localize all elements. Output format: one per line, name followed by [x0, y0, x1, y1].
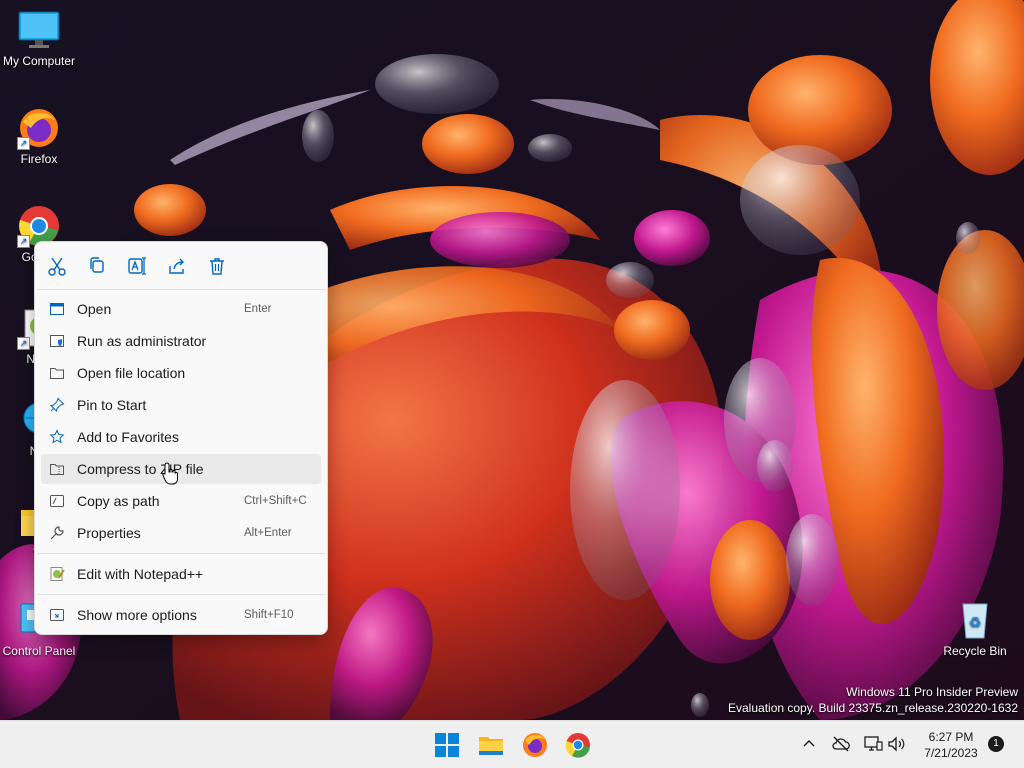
desktop-icon-recycle-bin[interactable]: ♻ Recycle Bin [936, 598, 1014, 658]
firefox-icon [523, 733, 547, 757]
shield-icon [49, 333, 65, 349]
copy-icon [90, 257, 104, 273]
menu-item-open-file-location[interactable]: Open file location [41, 358, 321, 388]
taskbar-firefox[interactable] [519, 729, 551, 761]
menu-item-edit-with-notepadpp[interactable]: Edit with Notepad++ [41, 559, 321, 589]
taskbar: 6:27 PM 7/21/2023 1 [0, 720, 1024, 768]
menu-item-copy-as-path[interactable]: Copy as path Ctrl+Shift+C [41, 486, 321, 516]
menu-item-label: Copy as path [77, 493, 160, 509]
share-icon [169, 258, 184, 274]
tray-overflow-button[interactable] [798, 733, 820, 755]
firefox-icon: ↗ [17, 106, 61, 150]
menu-item-properties[interactable]: Properties Alt+Enter [41, 518, 321, 548]
delete-icon [210, 258, 224, 275]
menu-item-show-more-options[interactable]: Show more options Shift+F10 [41, 600, 321, 630]
watermark-line-2: Evaluation copy. Build 23375.zn_release.… [728, 701, 1018, 715]
taskbar-file-explorer[interactable] [475, 729, 507, 761]
menu-item-run-as-administrator[interactable]: Run as administrator [41, 326, 321, 356]
tray-volume[interactable] [886, 733, 908, 755]
menu-item-label: Pin to Start [77, 397, 147, 413]
volume-icon [888, 736, 905, 752]
notification-badge[interactable]: 1 [988, 736, 1004, 752]
context-menu: Open Enter Run as administrator Open fil… [34, 241, 328, 635]
shortcut-arrow-icon: ↗ [17, 235, 30, 248]
start-button[interactable] [431, 729, 463, 761]
share-button[interactable] [165, 254, 189, 278]
context-menu-toolbar [35, 242, 327, 288]
cut-button[interactable] [45, 254, 69, 278]
mouse-cursor-hand-icon [162, 462, 178, 485]
desktop-icon-label: Recycle Bin [943, 644, 1007, 658]
menu-separator [37, 289, 325, 290]
folder-icon [49, 365, 65, 381]
menu-item-shortcut: Alt+Enter [244, 527, 292, 539]
rename-button[interactable] [125, 254, 149, 278]
menu-item-label: Compress to ZIP file [77, 461, 204, 477]
monitor-icon [17, 8, 61, 52]
menu-item-label: Properties [77, 525, 141, 541]
copy-button[interactable] [85, 254, 109, 278]
tray-clock[interactable]: 6:27 PM 7/21/2023 [914, 729, 988, 761]
clock-date: 7/21/2023 [924, 746, 978, 760]
star-icon [49, 429, 65, 445]
desktop-icon-label: My Computer [2, 54, 76, 68]
watermark-line-1: Windows 11 Pro Insider Preview [846, 685, 1018, 699]
cut-icon [48, 257, 66, 276]
shortcut-arrow-icon: ↗ [17, 137, 30, 150]
rename-icon [128, 257, 146, 275]
menu-item-label: Open file location [77, 365, 186, 381]
svg-text:♻: ♻ [969, 615, 982, 631]
tray-network[interactable] [862, 733, 884, 755]
desktop-icon-label: Firefox [20, 152, 58, 166]
menu-separator [37, 553, 325, 554]
network-icon [864, 736, 883, 751]
menu-item-label: Run as administrator [77, 333, 207, 349]
cloud-offline-icon [832, 736, 850, 752]
shortcut-arrow-icon: ↗ [17, 337, 30, 350]
menu-item-label: Edit with Notepad++ [77, 566, 204, 582]
menu-separator [37, 594, 325, 595]
chrome-icon [565, 733, 590, 758]
more-options-icon [49, 607, 65, 623]
menu-item-label: Open [77, 301, 112, 317]
menu-item-label: Add to Favorites [77, 429, 179, 445]
menu-item-compress-to-zip[interactable]: Compress to ZIP file [41, 454, 321, 484]
windows-watermark: Windows 11 Pro Insider Preview Evaluatio… [728, 684, 1018, 716]
desktop-icon-firefox[interactable]: ↗ Firefox [0, 106, 78, 166]
desktop-icon-my-computer[interactable]: My Computer [0, 8, 78, 68]
zip-icon [49, 461, 65, 477]
tray-onedrive[interactable] [830, 733, 852, 755]
menu-item-shortcut: Shift+F10 [244, 609, 294, 621]
desktop-icon-label: Control Panel [2, 644, 76, 658]
path-icon [49, 493, 65, 509]
pin-icon [49, 397, 65, 413]
windows-start-icon [435, 733, 459, 757]
file-explorer-icon [479, 737, 503, 755]
wrench-icon [49, 525, 65, 541]
chevron-up-icon [803, 740, 815, 747]
menu-item-add-to-favorites[interactable]: Add to Favorites [41, 422, 321, 452]
clock-time: 6:27 PM [928, 730, 974, 744]
menu-item-open[interactable]: Open Enter [41, 294, 321, 324]
menu-item-pin-to-start[interactable]: Pin to Start [41, 390, 321, 420]
recycle-bin-icon: ♻ [953, 598, 997, 642]
menu-item-label: Show more options [77, 607, 197, 623]
notepadpp-icon [49, 566, 65, 582]
open-icon [49, 301, 65, 317]
taskbar-chrome[interactable] [562, 729, 594, 761]
menu-item-shortcut: Ctrl+Shift+C [244, 495, 307, 507]
delete-button[interactable] [205, 254, 229, 278]
menu-item-shortcut: Enter [244, 303, 272, 315]
